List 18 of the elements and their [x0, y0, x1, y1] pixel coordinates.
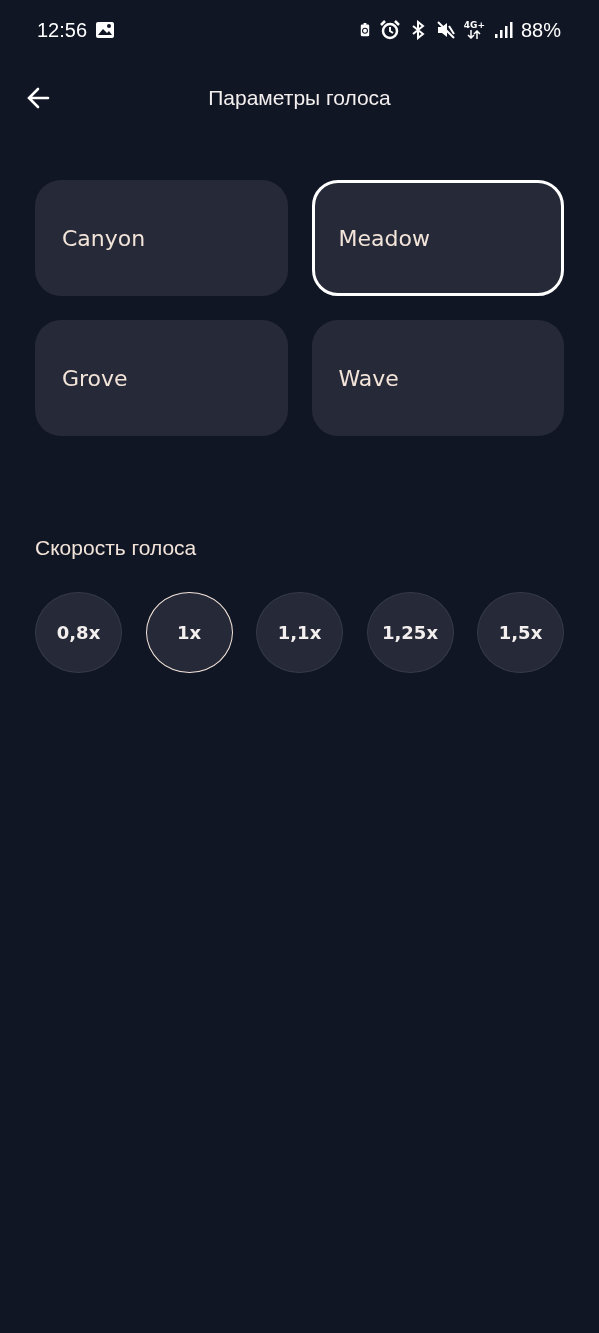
alarm-icon [379, 20, 400, 40]
speed-option[interactable]: 0,8x [35, 592, 122, 673]
speed-option[interactable]: 1,5x [477, 592, 564, 673]
battery-percentage: 88% [520, 18, 561, 42]
status-time: 12:56 [37, 18, 88, 42]
voice-option[interactable]: Wave [311, 320, 564, 436]
voice-option[interactable]: Canyon [35, 180, 288, 296]
image-icon [95, 20, 116, 40]
voice-option[interactable]: Meadow [311, 180, 564, 296]
network-indicator: 4G+ [463, 21, 485, 39]
voice-option[interactable]: Grove [35, 320, 288, 436]
speed-option[interactable]: 1,1x [256, 592, 343, 673]
speed-option[interactable]: 1x [145, 592, 233, 673]
section-title: Скорость голоса [34, 536, 198, 560]
page-title: Параметры голоса [207, 86, 392, 110]
mute-icon [435, 20, 456, 40]
signal-icon [492, 20, 513, 40]
speed-option[interactable]: 1,25x [366, 592, 454, 673]
